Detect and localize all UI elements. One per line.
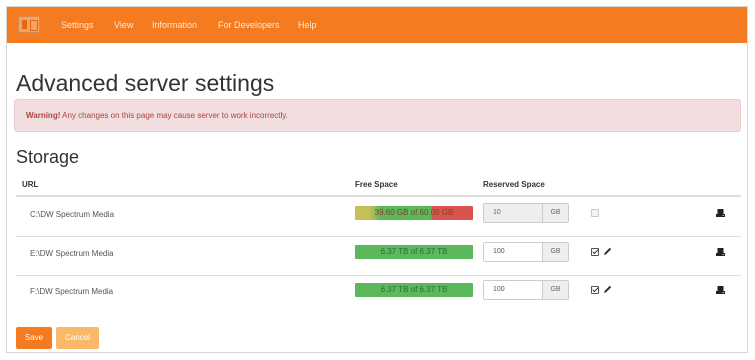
alert-text: Any changes on this page may cause serve… <box>60 111 288 120</box>
storage-section-title: Storage <box>16 147 80 167</box>
pencil-icon[interactable] <box>603 285 612 294</box>
nav-item-information[interactable]: Information <box>152 7 197 43</box>
hard-drive-icon[interactable] <box>716 209 725 217</box>
storage-enabled-checkbox[interactable] <box>591 209 599 217</box>
column-header-reserved-space: Reserved Space <box>483 180 545 189</box>
nav-item-settings[interactable]: Settings <box>61 7 94 43</box>
storage-url: C:\DW Spectrum Media <box>30 210 115 219</box>
column-header-free-space: Free Space <box>355 180 398 189</box>
save-button[interactable]: Save <box>16 327 52 349</box>
reserved-space-unit: GB <box>542 204 568 222</box>
page-title: Advanced server settings <box>16 70 275 96</box>
free-space-bar: 6.37 TB of 6.37 TB <box>355 283 473 297</box>
nav-item-help[interactable]: Help <box>298 7 317 43</box>
row-divider <box>16 275 741 276</box>
nav-item-view[interactable]: View <box>114 7 133 43</box>
row-divider <box>16 236 741 237</box>
storage-url: F:\DW Spectrum Media <box>30 287 114 296</box>
free-space-label: 39.60 GB of 60.00 GB <box>374 208 454 217</box>
reserved-space-unit: GB <box>542 243 568 261</box>
storage-enabled-checkbox[interactable] <box>591 286 599 294</box>
reserved-space-unit: GB <box>542 281 568 299</box>
table-header-divider <box>16 195 741 197</box>
free-space-bar: 6.37 TB of 6.37 TB <box>355 245 473 259</box>
free-space-label: 6.37 TB of 6.37 TB <box>380 285 448 294</box>
free-space-bar: 39.60 GB of 60.00 GB <box>355 206 473 220</box>
pencil-icon[interactable] <box>603 247 612 256</box>
reserved-space-input[interactable]: 10 <box>484 204 542 222</box>
reserved-space-field: 100 GB <box>483 242 569 262</box>
top-navbar: Settings View Information For Developers… <box>7 7 747 43</box>
reserved-space-field: 10 GB <box>483 203 569 223</box>
reserved-space-input[interactable]: 100 <box>484 243 542 261</box>
cancel-button[interactable]: Cancel <box>56 327 99 349</box>
app-frame: Settings View Information For Developers… <box>6 6 748 353</box>
reserved-space-input[interactable]: 100 <box>484 281 542 299</box>
warning-alert: Warning! Any changes on this page may ca… <box>14 99 741 132</box>
alert-message: Warning! Any changes on this page may ca… <box>26 111 288 120</box>
column-header-url: URL <box>22 180 39 189</box>
alert-strong: Warning! <box>26 111 61 120</box>
storage-enabled-checkbox[interactable] <box>591 248 599 256</box>
hard-drive-icon[interactable] <box>716 248 725 256</box>
storage-url: E:\DW Spectrum Media <box>30 249 114 258</box>
nav-item-for-developers[interactable]: For Developers <box>218 7 280 43</box>
logo-icon[interactable] <box>18 16 40 33</box>
free-space-label: 6.37 TB of 6.37 TB <box>380 247 448 256</box>
reserved-space-field: 100 GB <box>483 280 569 300</box>
hard-drive-icon[interactable] <box>716 286 725 294</box>
